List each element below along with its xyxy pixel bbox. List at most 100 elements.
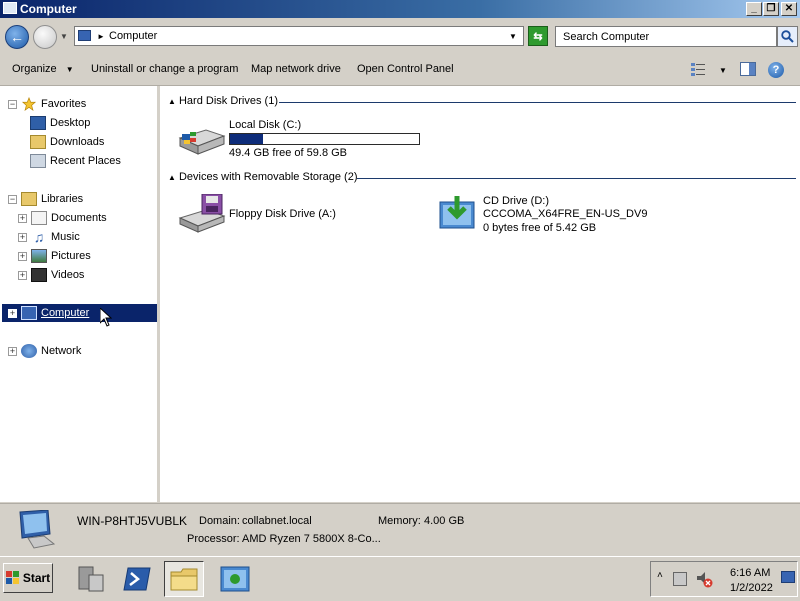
back-button[interactable]: ←: [5, 25, 29, 49]
recent-pages-dropdown-icon[interactable]: ▼: [60, 32, 68, 41]
group-header-hard-disks[interactable]: ▲ Hard Disk Drives (1): [168, 95, 278, 107]
expand-icon[interactable]: +: [8, 308, 17, 318]
show-hidden-icons-icon[interactable]: ˄: [657, 570, 663, 581]
domain-label: Domain:: [199, 515, 240, 527]
expand-icon[interactable]: +: [18, 251, 27, 261]
computer-icon: [3, 2, 17, 14]
taskbar-powershell[interactable]: [117, 561, 157, 597]
nav-favorites[interactable]: − Favorites: [8, 95, 86, 113]
nav-network-label: Network: [41, 345, 82, 357]
search-input[interactable]: [561, 30, 775, 44]
nav-pictures-label: Pictures: [51, 250, 91, 262]
address-bar[interactable]: ► Computer ▼: [74, 26, 524, 46]
change-view-icon[interactable]: [691, 63, 705, 76]
expand-icon[interactable]: +: [18, 232, 27, 242]
drive-volume-label: CCCOMA_X64FRE_EN-US_DV9: [483, 208, 648, 220]
taskbar-explorer[interactable]: [164, 561, 204, 597]
address-dropdown-icon[interactable]: ▼: [509, 32, 517, 41]
back-arrow-icon: ←: [10, 29, 24, 45]
chevron-down-icon: ▼: [65, 65, 74, 74]
nav-downloads[interactable]: Downloads: [30, 133, 104, 151]
drive-usage-fill: [230, 134, 263, 144]
drive-name: CD Drive (D:): [483, 195, 549, 207]
start-label: Start: [22, 571, 51, 585]
organize-button[interactable]: Organize ▼: [12, 63, 74, 75]
collapse-icon[interactable]: −: [8, 194, 17, 204]
group-header-removable-storage[interactable]: ▲ Devices with Removable Storage (2): [168, 171, 358, 183]
processor-value: AMD Ryzen 7 5800X 8-Co...: [242, 533, 381, 545]
search-icon: [781, 30, 794, 43]
videos-film-icon: [31, 268, 47, 282]
computer-icon: [21, 306, 37, 320]
nav-music-label: Music: [51, 231, 80, 243]
nav-desktop[interactable]: Desktop: [30, 114, 90, 132]
nav-downloads-label: Downloads: [50, 136, 105, 148]
memory-label: Memory:: [378, 515, 421, 527]
nav-music[interactable]: + ♫ Music: [18, 228, 80, 246]
search-button[interactable]: [777, 26, 798, 47]
close-button[interactable]: ✕: [781, 2, 797, 16]
expand-icon[interactable]: +: [8, 346, 17, 356]
show-desktop-icon[interactable]: [781, 571, 795, 583]
nav-videos-label: Videos: [51, 269, 85, 281]
minimize-button[interactable]: _: [746, 2, 762, 16]
help-icon[interactable]: ?: [768, 62, 784, 78]
start-button[interactable]: Start: [3, 563, 53, 593]
nav-libraries[interactable]: − Libraries: [8, 190, 83, 208]
restore-button[interactable]: ❐: [763, 2, 779, 16]
recent-places-icon: [30, 154, 46, 168]
breadcrumb-arrow-icon[interactable]: ►: [97, 32, 105, 41]
powershell-icon: [123, 567, 151, 591]
volume-muted-icon[interactable]: [695, 570, 713, 588]
pictures-icon: [31, 249, 47, 263]
map-network-drive-button[interactable]: Map network drive: [251, 63, 341, 75]
network-globe-icon: [21, 344, 37, 358]
group-collapse-icon: ▲: [168, 97, 176, 106]
computer-name: WIN-P8HTJ5VUBLK: [77, 514, 188, 528]
floppy-drive-icon: [178, 194, 226, 233]
hard-drive-icon: [178, 129, 226, 155]
nav-documents[interactable]: + Documents: [18, 209, 107, 227]
network-status-icon[interactable]: [673, 572, 687, 586]
nav-pictures[interactable]: + Pictures: [18, 247, 91, 265]
nav-recent-places[interactable]: Recent Places: [30, 152, 121, 170]
group-divider: [279, 102, 796, 103]
refresh-icon: ⇆: [533, 30, 543, 43]
taskbar-control-panel[interactable]: [215, 561, 255, 597]
group-title: Devices with Removable Storage (2): [178, 171, 358, 183]
control-panel-icon: [220, 566, 250, 592]
drive-free-space: 0 bytes free of 5.42 GB: [483, 222, 597, 234]
expand-icon[interactable]: +: [18, 213, 27, 223]
content-pane: ▲ Hard Disk Drives (1) Local Disk (C:) 4…: [160, 86, 800, 502]
nav-libraries-label: Libraries: [41, 193, 84, 205]
clock-date[interactable]: 1/2/2022: [730, 582, 773, 594]
taskbar-server-manager[interactable]: [70, 561, 110, 597]
drive-item-floppy[interactable]: Floppy Disk Drive (A:): [176, 192, 396, 236]
nav-documents-label: Documents: [51, 212, 107, 224]
breadcrumb-computer[interactable]: Computer: [109, 30, 157, 42]
open-control-panel-button[interactable]: Open Control Panel: [357, 63, 454, 75]
memory-value: 4.00 GB: [424, 515, 465, 527]
view-options-dropdown-icon[interactable]: ▼: [719, 66, 727, 75]
nav-network[interactable]: + Network: [8, 342, 81, 360]
nav-desktop-label: Desktop: [50, 117, 91, 129]
clock-time[interactable]: 6:16 AM: [730, 567, 770, 579]
group-title: Hard Disk Drives (1): [178, 95, 278, 107]
nav-computer[interactable]: + Computer: [2, 304, 157, 322]
drive-item-local-disk[interactable]: Local Disk (C:) 49.4 GB free of 59.8 GB: [176, 116, 436, 162]
drive-item-cd[interactable]: CD Drive (D:) CCCOMA_X64FRE_EN-US_DV9 0 …: [438, 192, 658, 238]
expand-icon[interactable]: +: [18, 270, 27, 280]
uninstall-program-button[interactable]: Uninstall or change a program: [91, 63, 238, 75]
notification-area: ˄ 6:16 AM 1/2/2022: [650, 561, 798, 597]
search-box[interactable]: [555, 26, 777, 47]
forward-button[interactable]: [33, 25, 57, 49]
group-divider: [357, 178, 796, 179]
server-manager-icon: [78, 566, 104, 592]
preview-pane-icon[interactable]: [740, 62, 756, 76]
star-icon: [21, 97, 37, 111]
refresh-button[interactable]: ⇆: [528, 26, 548, 46]
music-note-icon: ♫: [33, 229, 45, 245]
nav-videos[interactable]: + Videos: [18, 266, 84, 284]
collapse-icon[interactable]: −: [8, 99, 17, 109]
cd-drive-icon: [439, 196, 475, 229]
